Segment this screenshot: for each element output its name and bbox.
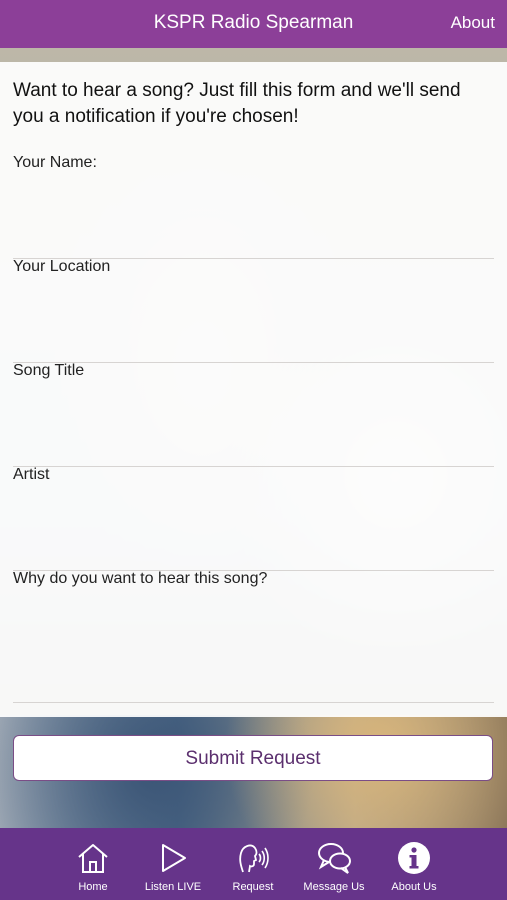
- nav-listen-live-label: Listen LIVE: [144, 881, 202, 893]
- nav-listen-live[interactable]: Listen LIVE: [133, 828, 213, 900]
- home-icon: [78, 844, 108, 873]
- nav-request-label: Request: [232, 881, 274, 893]
- song-title-label: Song Title: [13, 362, 85, 379]
- artist-field: Artist: [13, 466, 498, 571]
- artist-input[interactable]: [13, 492, 498, 558]
- name-input[interactable]: [13, 180, 498, 246]
- nav-about-us-label: About Us: [391, 881, 437, 893]
- artist-label: Artist: [13, 466, 50, 483]
- reason-field: Why do you want to hear this song?: [13, 570, 498, 703]
- nav-about-us[interactable]: About Us: [374, 828, 454, 900]
- person-speaking-icon: [239, 844, 269, 873]
- song-title-field: Song Title: [13, 362, 498, 467]
- about-link[interactable]: About: [451, 13, 495, 33]
- nav-home-label: Home: [78, 881, 108, 893]
- app-title: KSPR Radio Spearman: [153, 12, 354, 33]
- play-icon: [162, 844, 186, 872]
- chat-bubbles-icon: [318, 843, 351, 874]
- submit-request-button[interactable]: Submit Request: [13, 735, 493, 781]
- nav-message-us-label: Message Us: [303, 881, 365, 893]
- nav-home[interactable]: Home: [53, 828, 133, 900]
- name-field: Your Name:: [13, 154, 498, 259]
- app-header: KSPR Radio Spearman About: [0, 0, 507, 48]
- name-label: Your Name:: [13, 154, 97, 171]
- location-field: Your Location: [13, 258, 498, 363]
- nav-message-us[interactable]: Message Us: [294, 828, 374, 900]
- form-intro: Want to hear a song? Just fill this form…: [13, 80, 461, 127]
- nav-request[interactable]: Request: [213, 828, 293, 900]
- reason-label: Why do you want to hear this song?: [13, 570, 268, 587]
- location-label: Your Location: [13, 258, 111, 275]
- reason-textarea[interactable]: [13, 596, 498, 700]
- info-icon: [398, 842, 430, 874]
- location-input[interactable]: [13, 284, 498, 350]
- request-form: Want to hear a song? Just fill this form…: [0, 62, 507, 717]
- song-title-input[interactable]: [13, 388, 498, 454]
- bottom-nav: Home Listen LIVE Request Message Us Abou…: [0, 828, 507, 900]
